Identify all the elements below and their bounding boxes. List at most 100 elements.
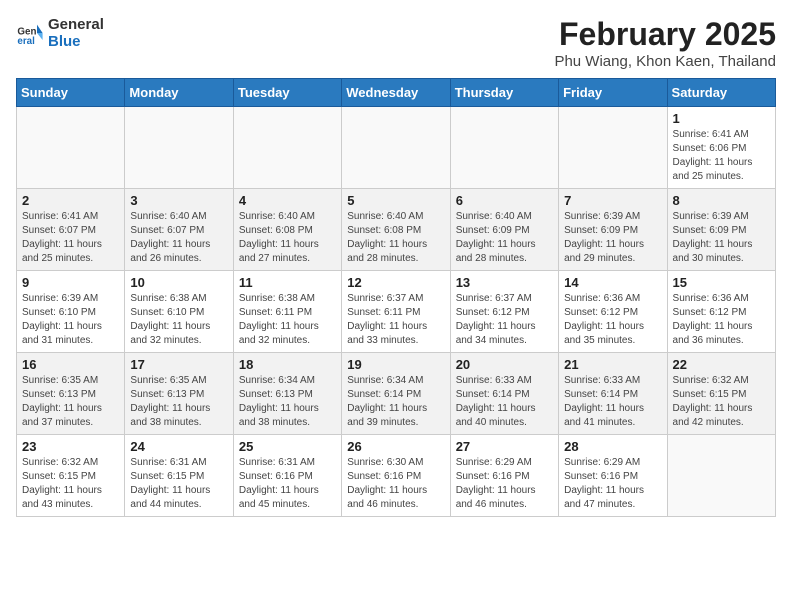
day-number: 19 (347, 357, 444, 372)
day-info: Sunrise: 6:38 AM Sunset: 6:10 PM Dayligh… (130, 292, 227, 348)
day-number: 23 (22, 439, 119, 454)
svg-text:eral: eral (17, 36, 35, 47)
day-info: Sunrise: 6:40 AM Sunset: 6:08 PM Dayligh… (347, 210, 444, 266)
week-row-4: 16 Sunrise: 6:35 AM Sunset: 6:13 PM Dayli… (17, 353, 776, 435)
calendar-cell: 9 Sunrise: 6:39 AM Sunset: 6:10 PM Daylig… (17, 271, 125, 353)
calendar-cell: 4 Sunrise: 6:40 AM Sunset: 6:08 PM Daylig… (233, 189, 341, 271)
day-info: Sunrise: 6:34 AM Sunset: 6:14 PM Dayligh… (347, 374, 444, 430)
calendar-cell: 10 Sunrise: 6:38 AM Sunset: 6:10 PM Dayli… (125, 271, 233, 353)
day-number: 27 (456, 439, 553, 454)
title-block: February 2025 Phu Wiang, Khon Kaen, Thai… (554, 16, 776, 70)
day-number: 10 (130, 275, 227, 290)
day-info: Sunrise: 6:37 AM Sunset: 6:12 PM Dayligh… (456, 292, 553, 348)
logo-icon: Gen eral (16, 19, 44, 47)
day-info: Sunrise: 6:40 AM Sunset: 6:07 PM Dayligh… (130, 210, 227, 266)
day-number: 7 (564, 193, 661, 208)
day-info: Sunrise: 6:35 AM Sunset: 6:13 PM Dayligh… (22, 374, 119, 430)
day-number: 20 (456, 357, 553, 372)
day-info: Sunrise: 6:40 AM Sunset: 6:08 PM Dayligh… (239, 210, 336, 266)
day-number: 13 (456, 275, 553, 290)
calendar-cell (125, 107, 233, 189)
calendar-cell: 17 Sunrise: 6:35 AM Sunset: 6:13 PM Dayli… (125, 353, 233, 435)
calendar-cell: 15 Sunrise: 6:36 AM Sunset: 6:12 PM Dayli… (667, 271, 775, 353)
calendar-cell: 13 Sunrise: 6:37 AM Sunset: 6:12 PM Dayli… (450, 271, 558, 353)
calendar-table: SundayMondayTuesdayWednesdayThursdayFrid… (16, 78, 776, 517)
day-info: Sunrise: 6:33 AM Sunset: 6:14 PM Dayligh… (456, 374, 553, 430)
logo: Gen eral General Blue (16, 16, 104, 50)
day-info: Sunrise: 6:41 AM Sunset: 6:07 PM Dayligh… (22, 210, 119, 266)
week-row-1: 1 Sunrise: 6:41 AM Sunset: 6:06 PM Daylig… (17, 107, 776, 189)
day-number: 4 (239, 193, 336, 208)
calendar-cell (342, 107, 450, 189)
weekday-header-friday: Friday (559, 79, 667, 107)
calendar-cell: 19 Sunrise: 6:34 AM Sunset: 6:14 PM Dayli… (342, 353, 450, 435)
weekday-header-tuesday: Tuesday (233, 79, 341, 107)
day-info: Sunrise: 6:37 AM Sunset: 6:11 PM Dayligh… (347, 292, 444, 348)
day-info: Sunrise: 6:35 AM Sunset: 6:13 PM Dayligh… (130, 374, 227, 430)
day-number: 5 (347, 193, 444, 208)
day-number: 25 (239, 439, 336, 454)
weekday-header-monday: Monday (125, 79, 233, 107)
day-info: Sunrise: 6:31 AM Sunset: 6:16 PM Dayligh… (239, 456, 336, 512)
calendar-cell: 14 Sunrise: 6:36 AM Sunset: 6:12 PM Dayli… (559, 271, 667, 353)
day-info: Sunrise: 6:41 AM Sunset: 6:06 PM Dayligh… (673, 128, 770, 184)
day-number: 2 (22, 193, 119, 208)
day-number: 18 (239, 357, 336, 372)
day-info: Sunrise: 6:39 AM Sunset: 6:09 PM Dayligh… (564, 210, 661, 266)
calendar-cell (17, 107, 125, 189)
calendar-cell: 11Sunrise: 6:38 AM Sunset: 6:11 PM Dayli… (233, 271, 341, 353)
day-info: Sunrise: 6:39 AM Sunset: 6:10 PM Dayligh… (22, 292, 119, 348)
calendar-cell (559, 107, 667, 189)
calendar-cell (667, 435, 775, 517)
calendar-cell: 12 Sunrise: 6:37 AM Sunset: 6:11 PM Dayli… (342, 271, 450, 353)
week-row-3: 9 Sunrise: 6:39 AM Sunset: 6:10 PM Daylig… (17, 271, 776, 353)
calendar-cell: 16 Sunrise: 6:35 AM Sunset: 6:13 PM Dayli… (17, 353, 125, 435)
day-number: 8 (673, 193, 770, 208)
calendar-cell: 8 Sunrise: 6:39 AM Sunset: 6:09 PM Daylig… (667, 189, 775, 271)
day-number: 1 (673, 111, 770, 126)
location: Phu Wiang, Khon Kaen, Thailand (554, 53, 776, 70)
calendar-cell: 25 Sunrise: 6:31 AM Sunset: 6:16 PM Dayli… (233, 435, 341, 517)
day-info: Sunrise: 6:33 AM Sunset: 6:14 PM Dayligh… (564, 374, 661, 430)
day-info: Sunrise: 6:29 AM Sunset: 6:16 PM Dayligh… (456, 456, 553, 512)
day-number: 3 (130, 193, 227, 208)
weekday-header-row: SundayMondayTuesdayWednesdayThursdayFrid… (17, 79, 776, 107)
weekday-header-wednesday: Wednesday (342, 79, 450, 107)
day-number: 26 (347, 439, 444, 454)
calendar-cell: 2 Sunrise: 6:41 AM Sunset: 6:07 PM Daylig… (17, 189, 125, 271)
month-year: February 2025 (554, 16, 776, 53)
day-number: 16 (22, 357, 119, 372)
calendar-cell: 23 Sunrise: 6:32 AM Sunset: 6:15 PM Dayli… (17, 435, 125, 517)
day-info: Sunrise: 6:36 AM Sunset: 6:12 PM Dayligh… (673, 292, 770, 348)
calendar-cell: 24 Sunrise: 6:31 AM Sunset: 6:15 PM Dayli… (125, 435, 233, 517)
day-number: 9 (22, 275, 119, 290)
day-info: Sunrise: 6:30 AM Sunset: 6:16 PM Dayligh… (347, 456, 444, 512)
calendar-cell: 20 Sunrise: 6:33 AM Sunset: 6:14 PM Dayli… (450, 353, 558, 435)
logo-general: General (48, 16, 104, 33)
logo-blue: Blue (48, 33, 104, 50)
week-row-5: 23 Sunrise: 6:32 AM Sunset: 6:15 PM Dayli… (17, 435, 776, 517)
day-info: Sunrise: 6:32 AM Sunset: 6:15 PM Dayligh… (22, 456, 119, 512)
day-info: Sunrise: 6:34 AM Sunset: 6:13 PM Dayligh… (239, 374, 336, 430)
calendar-cell: 5 Sunrise: 6:40 AM Sunset: 6:08 PM Daylig… (342, 189, 450, 271)
day-info: Sunrise: 6:39 AM Sunset: 6:09 PM Dayligh… (673, 210, 770, 266)
day-number: 12 (347, 275, 444, 290)
page-header: Gen eral General Blue February 2025 Phu … (16, 16, 776, 70)
day-number: 17 (130, 357, 227, 372)
calendar-cell: 26 Sunrise: 6:30 AM Sunset: 6:16 PM Dayli… (342, 435, 450, 517)
day-number: 15 (673, 275, 770, 290)
weekday-header-thursday: Thursday (450, 79, 558, 107)
week-row-2: 2 Sunrise: 6:41 AM Sunset: 6:07 PM Daylig… (17, 189, 776, 271)
day-number: 14 (564, 275, 661, 290)
calendar-cell (233, 107, 341, 189)
day-number: 11 (239, 275, 336, 290)
calendar-cell: 21Sunrise: 6:33 AM Sunset: 6:14 PM Dayli… (559, 353, 667, 435)
day-info: Sunrise: 6:36 AM Sunset: 6:12 PM Dayligh… (564, 292, 661, 348)
calendar-cell: 6 Sunrise: 6:40 AM Sunset: 6:09 PM Daylig… (450, 189, 558, 271)
day-info: Sunrise: 6:40 AM Sunset: 6:09 PM Dayligh… (456, 210, 553, 266)
weekday-header-saturday: Saturday (667, 79, 775, 107)
day-info: Sunrise: 6:32 AM Sunset: 6:15 PM Dayligh… (673, 374, 770, 430)
day-info: Sunrise: 6:31 AM Sunset: 6:15 PM Dayligh… (130, 456, 227, 512)
day-number: 24 (130, 439, 227, 454)
day-number: 6 (456, 193, 553, 208)
